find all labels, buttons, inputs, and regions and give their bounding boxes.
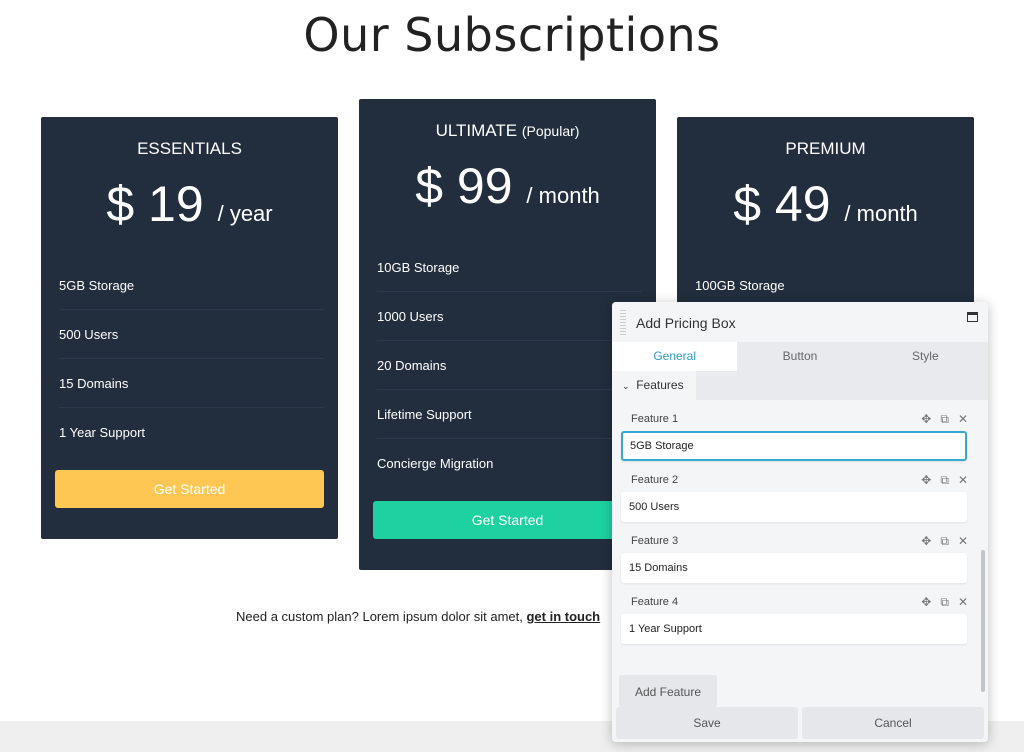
feature-label: Feature 1 <box>631 413 679 425</box>
save-button[interactable]: Save <box>616 707 798 739</box>
plan-name: ULTIMATE (Popular) <box>435 121 580 140</box>
plan-price: $ 99 / month <box>415 158 600 214</box>
get-started-button[interactable]: Get Started <box>373 501 642 539</box>
feature-item: 500 Users <box>59 310 324 359</box>
get-started-button[interactable]: Get Started <box>55 470 324 508</box>
copy-icon[interactable]: ⧉ <box>940 534 949 549</box>
tab-general[interactable]: General <box>612 342 738 371</box>
plan-price: $ 49 / month <box>733 176 918 232</box>
feature-field: Feature 4 ✥ ⧉ ✕ <box>621 583 968 644</box>
copy-icon[interactable]: ⧉ <box>940 595 949 610</box>
custom-plan-text: Need a custom plan? Lorem ipsum dolor si… <box>236 609 601 624</box>
move-icon[interactable]: ✥ <box>921 473 931 488</box>
close-icon[interactable]: ✕ <box>958 595 968 610</box>
tab-button[interactable]: Button <box>737 342 862 371</box>
feature-field: Feature 3 ✥ ⧉ ✕ <box>621 522 968 583</box>
maximize-icon[interactable] <box>967 312 978 322</box>
dialog-header[interactable]: Add Pricing Box <box>612 302 988 342</box>
move-icon[interactable]: ✥ <box>921 595 931 610</box>
add-feature-button[interactable]: Add Feature <box>619 675 717 707</box>
close-icon[interactable]: ✕ <box>958 473 968 488</box>
feature-item: 1000 Users <box>377 292 642 341</box>
add-pricing-box-dialog: Add Pricing Box General Button Style ⌄ F… <box>612 302 988 742</box>
dialog-title: Add Pricing Box <box>636 315 736 331</box>
move-icon[interactable]: ✥ <box>921 412 931 427</box>
feature-label: Feature 3 <box>631 535 679 547</box>
feature-item: 20 Domains <box>377 341 642 390</box>
copy-icon[interactable]: ⧉ <box>940 473 949 488</box>
drag-handle-icon[interactable] <box>620 310 626 336</box>
feature-item: 1 Year Support <box>59 425 146 440</box>
copy-icon[interactable]: ⧉ <box>940 412 949 427</box>
plan-card-essentials: ESSENTIALS $ 19 / year 5GB Storage 500 U… <box>41 117 338 539</box>
feature-3-input[interactable] <box>621 553 967 583</box>
feature-item: 15 Domains <box>59 359 324 408</box>
feature-2-input[interactable] <box>621 492 967 522</box>
feature-item: 5GB Storage <box>59 261 324 310</box>
feature-label: Feature 4 <box>631 596 679 608</box>
feature-1-input[interactable] <box>621 431 967 461</box>
plan-price: $ 19 / year <box>106 176 273 232</box>
page-title: Our Subscriptions <box>303 8 721 62</box>
feature-4-input[interactable] <box>621 614 967 644</box>
feature-field: Feature 2 ✥ ⧉ ✕ <box>621 461 968 522</box>
feature-item: Lifetime Support <box>377 390 642 439</box>
cancel-button[interactable]: Cancel <box>802 707 984 739</box>
feature-label: Feature 2 <box>631 474 679 486</box>
feature-field: Feature 1 ✥ ⧉ ✕ <box>621 400 968 461</box>
close-icon[interactable]: ✕ <box>958 412 968 427</box>
features-section-toggle[interactable]: ⌄ Features <box>612 371 696 400</box>
feature-item: Concierge Migration <box>377 456 494 471</box>
plan-name: PREMIUM <box>785 139 866 158</box>
chevron-down-icon: ⌄ <box>622 381 630 391</box>
tab-style[interactable]: Style <box>863 342 988 371</box>
scrollbar[interactable] <box>981 550 985 692</box>
plan-name: ESSENTIALS <box>137 139 242 158</box>
get-in-touch-link[interactable]: get in touch <box>526 609 600 624</box>
close-icon[interactable]: ✕ <box>958 534 968 549</box>
move-icon[interactable]: ✥ <box>921 534 931 549</box>
feature-item: 10GB Storage <box>377 243 642 292</box>
